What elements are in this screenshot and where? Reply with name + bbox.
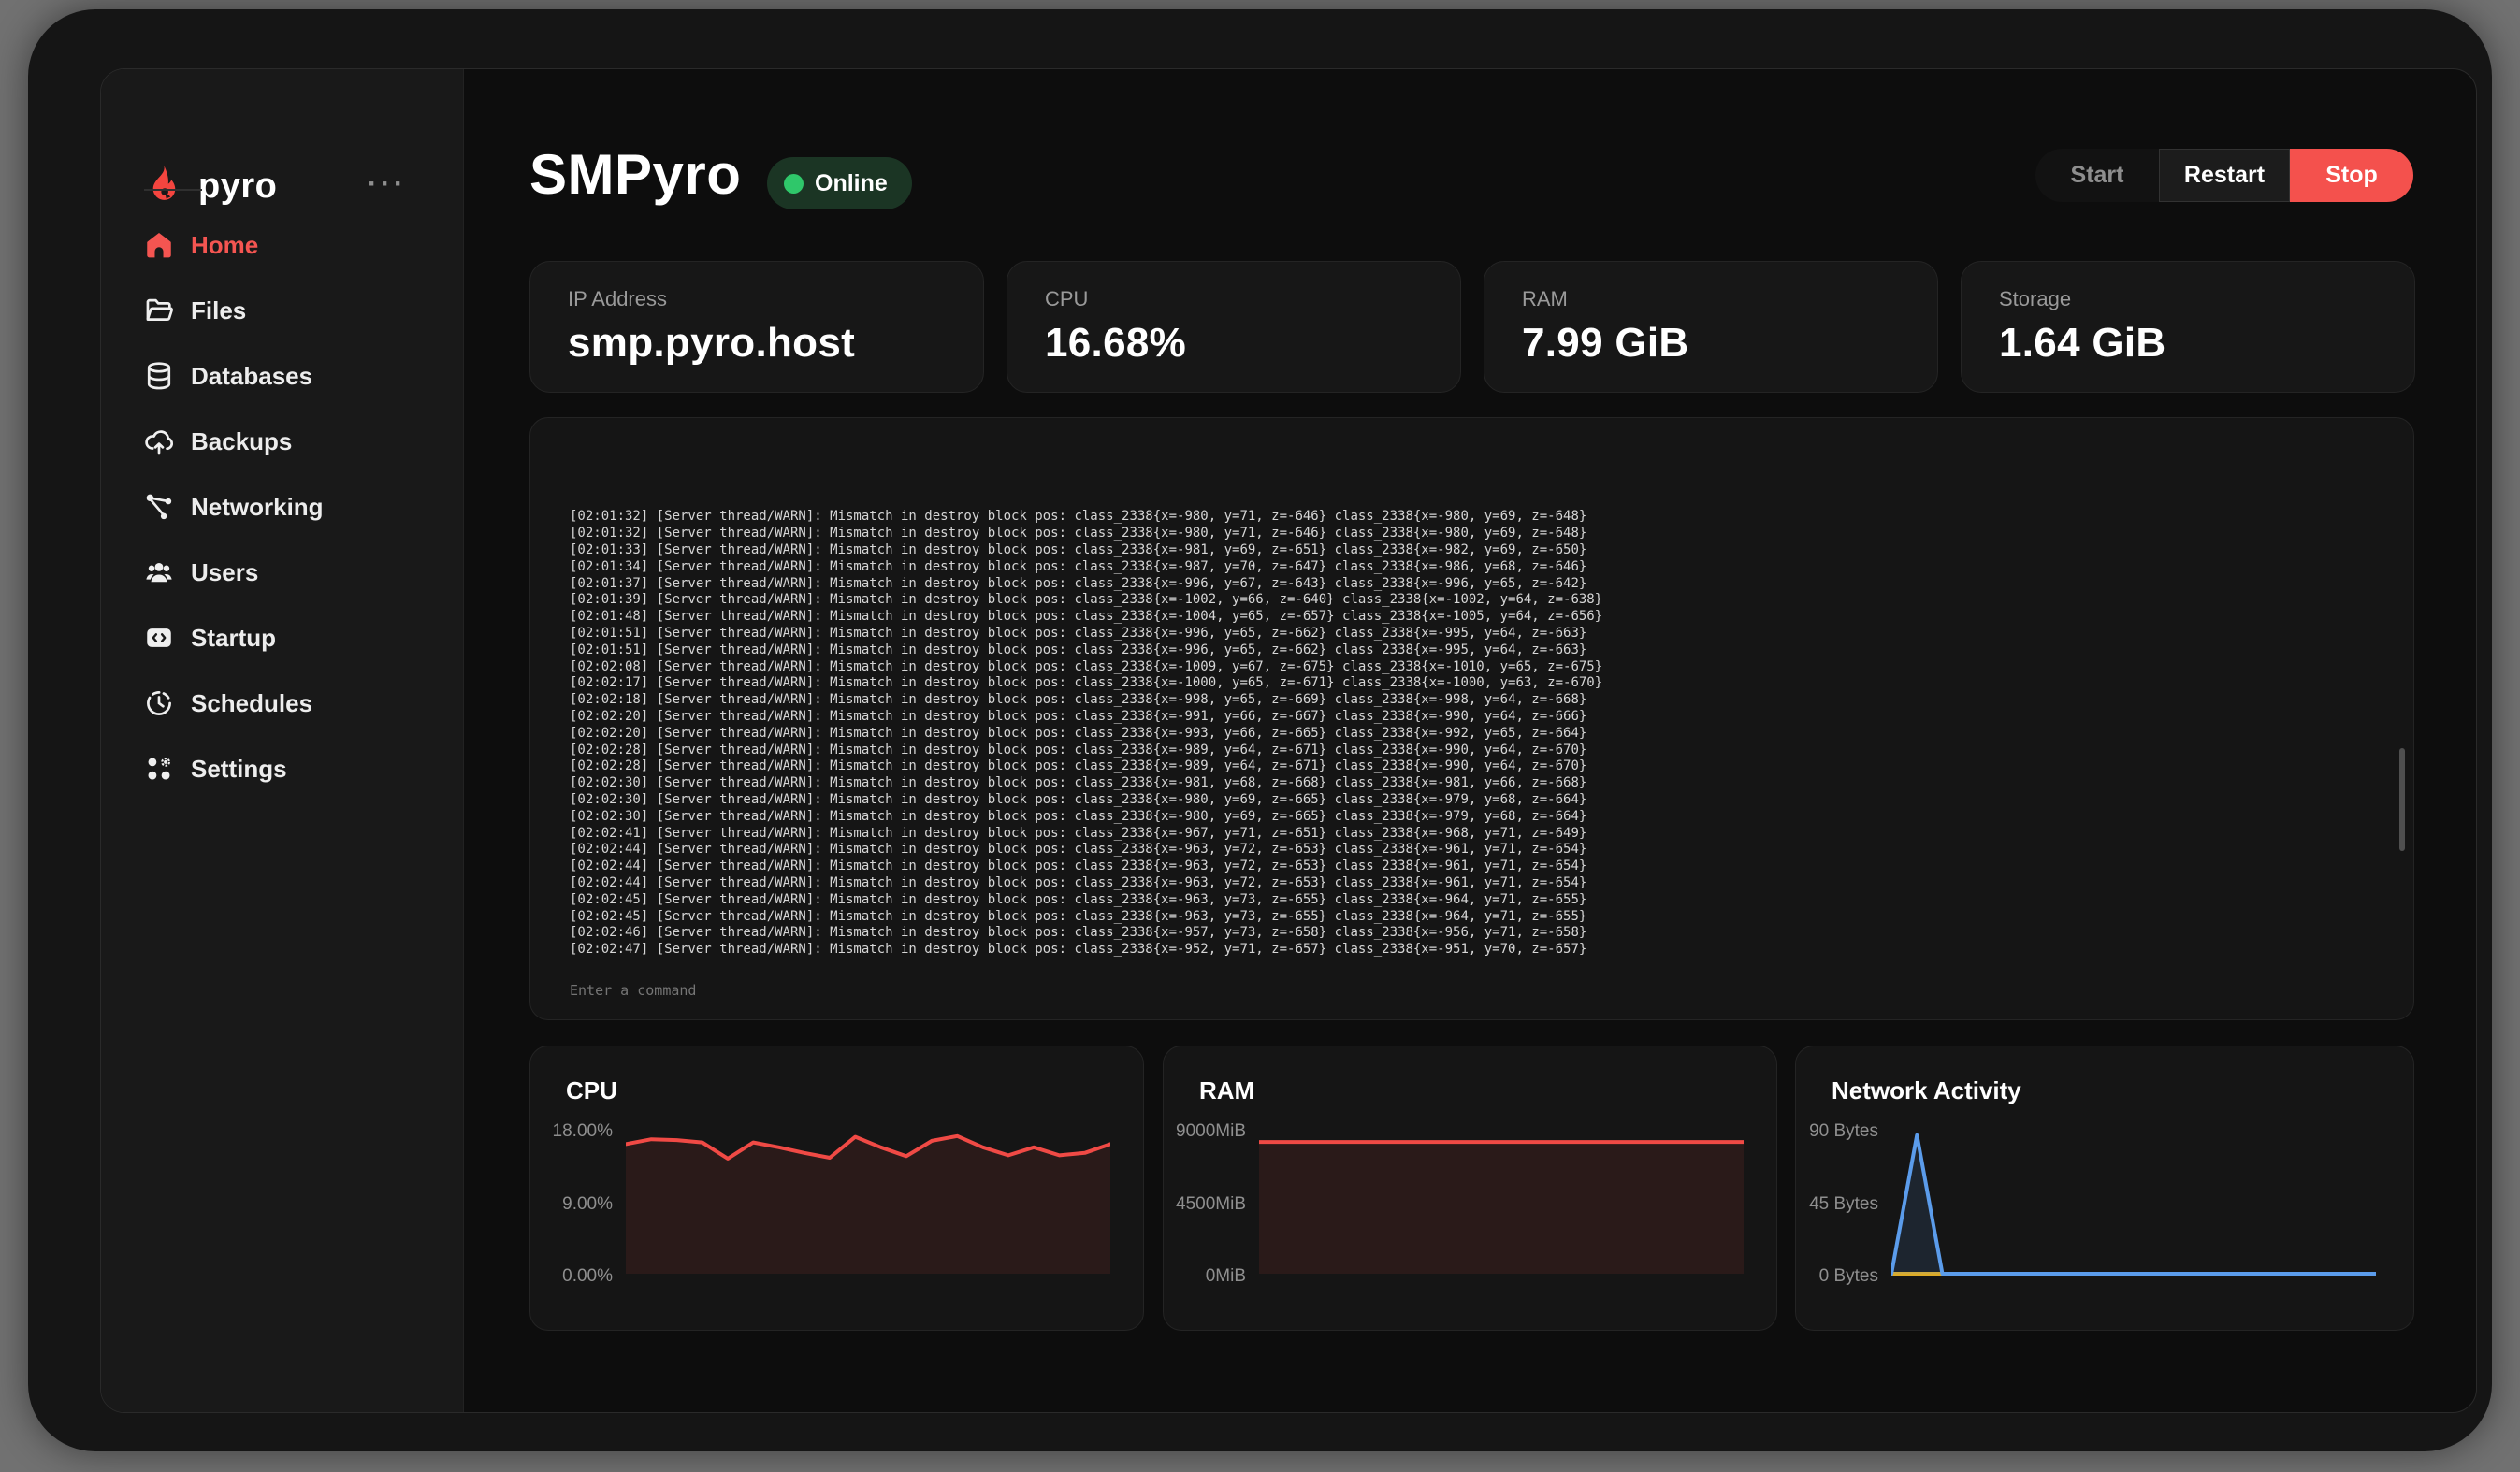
sidebar-item-startup[interactable]: Startup: [101, 605, 463, 671]
network-chart-card: Network Activity 90 Bytes 45 Bytes 0 Byt…: [1795, 1046, 2414, 1331]
sidebar-item-databases[interactable]: Databases: [101, 343, 463, 409]
sidebar-menu-ellipsis-icon[interactable]: ···: [368, 168, 407, 200]
console-line: [02:02:18] [Server thread/WARN]: Mismatc…: [570, 692, 2385, 709]
console-line: [02:01:32] [Server thread/WARN]: Mismatc…: [570, 526, 2385, 542]
net-ytick-min: 0 Bytes: [1796, 1266, 1878, 1287]
device-frame: pyro ··· Home Files Databases: [28, 9, 2492, 1451]
console-line: [02:01:48] [Server thread/WARN]: Mismatc…: [570, 609, 2385, 626]
console-log[interactable]: [02:01:32] [Server thread/WARN]: Mismatc…: [570, 459, 2385, 960]
pyro-flame-icon: [142, 163, 185, 210]
console-line: [02:01:51] [Server thread/WARN]: Mismatc…: [570, 642, 2385, 659]
cpu-ytick-max: 18.00%: [530, 1121, 613, 1142]
console-line: [02:02:28] [Server thread/WARN]: Mismatc…: [570, 743, 2385, 759]
ram-ytick-mid: 4500MiB: [1164, 1194, 1246, 1215]
folder-icon: [142, 294, 176, 327]
console-line: [02:02:08] [Server thread/WARN]: Mismatc…: [570, 659, 2385, 676]
stat-card-storage: Storage 1.64 GiB: [1961, 261, 2415, 393]
console-line: [02:01:39] [Server thread/WARN]: Mismatc…: [570, 592, 2385, 609]
ram-ytick-min: 0MiB: [1164, 1266, 1246, 1287]
console-line: [02:02:20] [Server thread/WARN]: Mismatc…: [570, 709, 2385, 726]
stat-card-ip: IP Address smp.pyro.host: [529, 261, 984, 393]
database-icon: [142, 359, 176, 393]
console-line: [02:02:46] [Server thread/WARN]: Mismatc…: [570, 925, 2385, 942]
cloud-upload-icon: [142, 425, 176, 458]
sidebar-item-home[interactable]: Home: [101, 212, 463, 278]
console-line: [02:01:32] [Server thread/WARN]: Mismatc…: [570, 509, 2385, 526]
network-nodes-icon: [142, 490, 176, 524]
sidebar-item-files[interactable]: Files: [101, 278, 463, 343]
network-activity-graph: [1891, 1119, 2376, 1280]
console-line: [02:02:47] [Server thread/WARN]: Mismatc…: [570, 942, 2385, 959]
restart-button[interactable]: Restart: [2159, 149, 2290, 202]
brand: pyro: [142, 163, 277, 210]
sidebar-divider: [144, 189, 202, 191]
stat-cards: IP Address smp.pyro.host CPU 16.68% RAM …: [529, 261, 2415, 393]
sidebar-item-settings[interactable]: Settings: [101, 736, 463, 801]
console-scrollbar[interactable]: [2399, 748, 2405, 851]
sidebar-item-schedules[interactable]: Schedules: [101, 671, 463, 736]
code-icon: [142, 621, 176, 655]
console-line: [02:02:44] [Server thread/WARN]: Mismatc…: [570, 875, 2385, 892]
cpu-usage-graph: [626, 1119, 1110, 1280]
net-ytick-mid: 45 Bytes: [1796, 1194, 1878, 1215]
console-line: [02:01:37] [Server thread/WARN]: Mismatc…: [570, 576, 2385, 593]
net-ytick-max: 90 Bytes: [1796, 1121, 1878, 1142]
status-badge: Online: [767, 157, 912, 209]
cpu-chart-card: CPU 18.00% 9.00% 0.00%: [529, 1046, 1144, 1331]
sidebar-item-users[interactable]: Users: [101, 540, 463, 605]
console-line: [02:02:45] [Server thread/WARN]: Mismatc…: [570, 909, 2385, 926]
stat-card-ram: RAM 7.99 GiB: [1484, 261, 1938, 393]
console-line: [02:02:30] [Server thread/WARN]: Mismatc…: [570, 809, 2385, 826]
server-console: [02:01:32] [Server thread/WARN]: Mismatc…: [529, 417, 2414, 1020]
ram-ytick-max: 9000MiB: [1164, 1121, 1246, 1142]
stop-button[interactable]: Stop: [2290, 149, 2413, 202]
app-window: pyro ··· Home Files Databases: [100, 68, 2477, 1413]
sidebar-item-networking[interactable]: Networking: [101, 474, 463, 540]
stat-card-cpu: CPU 16.68%: [1007, 261, 1461, 393]
cpu-ytick-min: 0.00%: [530, 1266, 613, 1287]
console-line: [02:01:34] [Server thread/WARN]: Mismatc…: [570, 559, 2385, 576]
console-line: [02:02:28] [Server thread/WARN]: Mismatc…: [570, 758, 2385, 775]
ram-usage-graph: [1259, 1119, 1744, 1280]
console-line: [02:02:20] [Server thread/WARN]: Mismatc…: [570, 726, 2385, 743]
console-line: [02:02:44] [Server thread/WARN]: Mismatc…: [570, 859, 2385, 875]
console-line: [02:01:51] [Server thread/WARN]: Mismatc…: [570, 626, 2385, 642]
clock-icon: [142, 686, 176, 720]
sidebar-nav: Home Files Databases Backups: [101, 212, 463, 801]
console-line: [02:01:33] [Server thread/WARN]: Mismatc…: [570, 542, 2385, 559]
console-line: [02:02:48] [Server thread/WARN]: Mismatc…: [570, 959, 2385, 960]
console-line: [02:02:30] [Server thread/WARN]: Mismatc…: [570, 792, 2385, 809]
start-button[interactable]: Start: [2035, 149, 2159, 202]
settings-dots-gear-icon: [142, 752, 176, 786]
users-icon: [142, 556, 176, 589]
ram-chart-card: RAM 9000MiB 4500MiB 0MiB: [1163, 1046, 1777, 1331]
sidebar-item-backups[interactable]: Backups: [101, 409, 463, 474]
online-dot-icon: [784, 174, 804, 194]
console-line: [02:02:45] [Server thread/WARN]: Mismatc…: [570, 892, 2385, 909]
console-line: [02:02:41] [Server thread/WARN]: Mismatc…: [570, 826, 2385, 843]
page-title: SMPyro: [529, 142, 741, 207]
power-actions: Start Restart Stop: [2035, 149, 2413, 202]
cpu-ytick-mid: 9.00%: [530, 1194, 613, 1215]
console-line: [02:02:30] [Server thread/WARN]: Mismatc…: [570, 775, 2385, 792]
console-line: [02:02:17] [Server thread/WARN]: Mismatc…: [570, 675, 2385, 692]
sidebar: pyro ··· Home Files Databases: [101, 69, 464, 1412]
command-input[interactable]: [570, 982, 2376, 999]
console-line: [02:02:44] [Server thread/WARN]: Mismatc…: [570, 842, 2385, 859]
brand-name: pyro: [198, 166, 277, 207]
home-icon: [142, 228, 176, 262]
